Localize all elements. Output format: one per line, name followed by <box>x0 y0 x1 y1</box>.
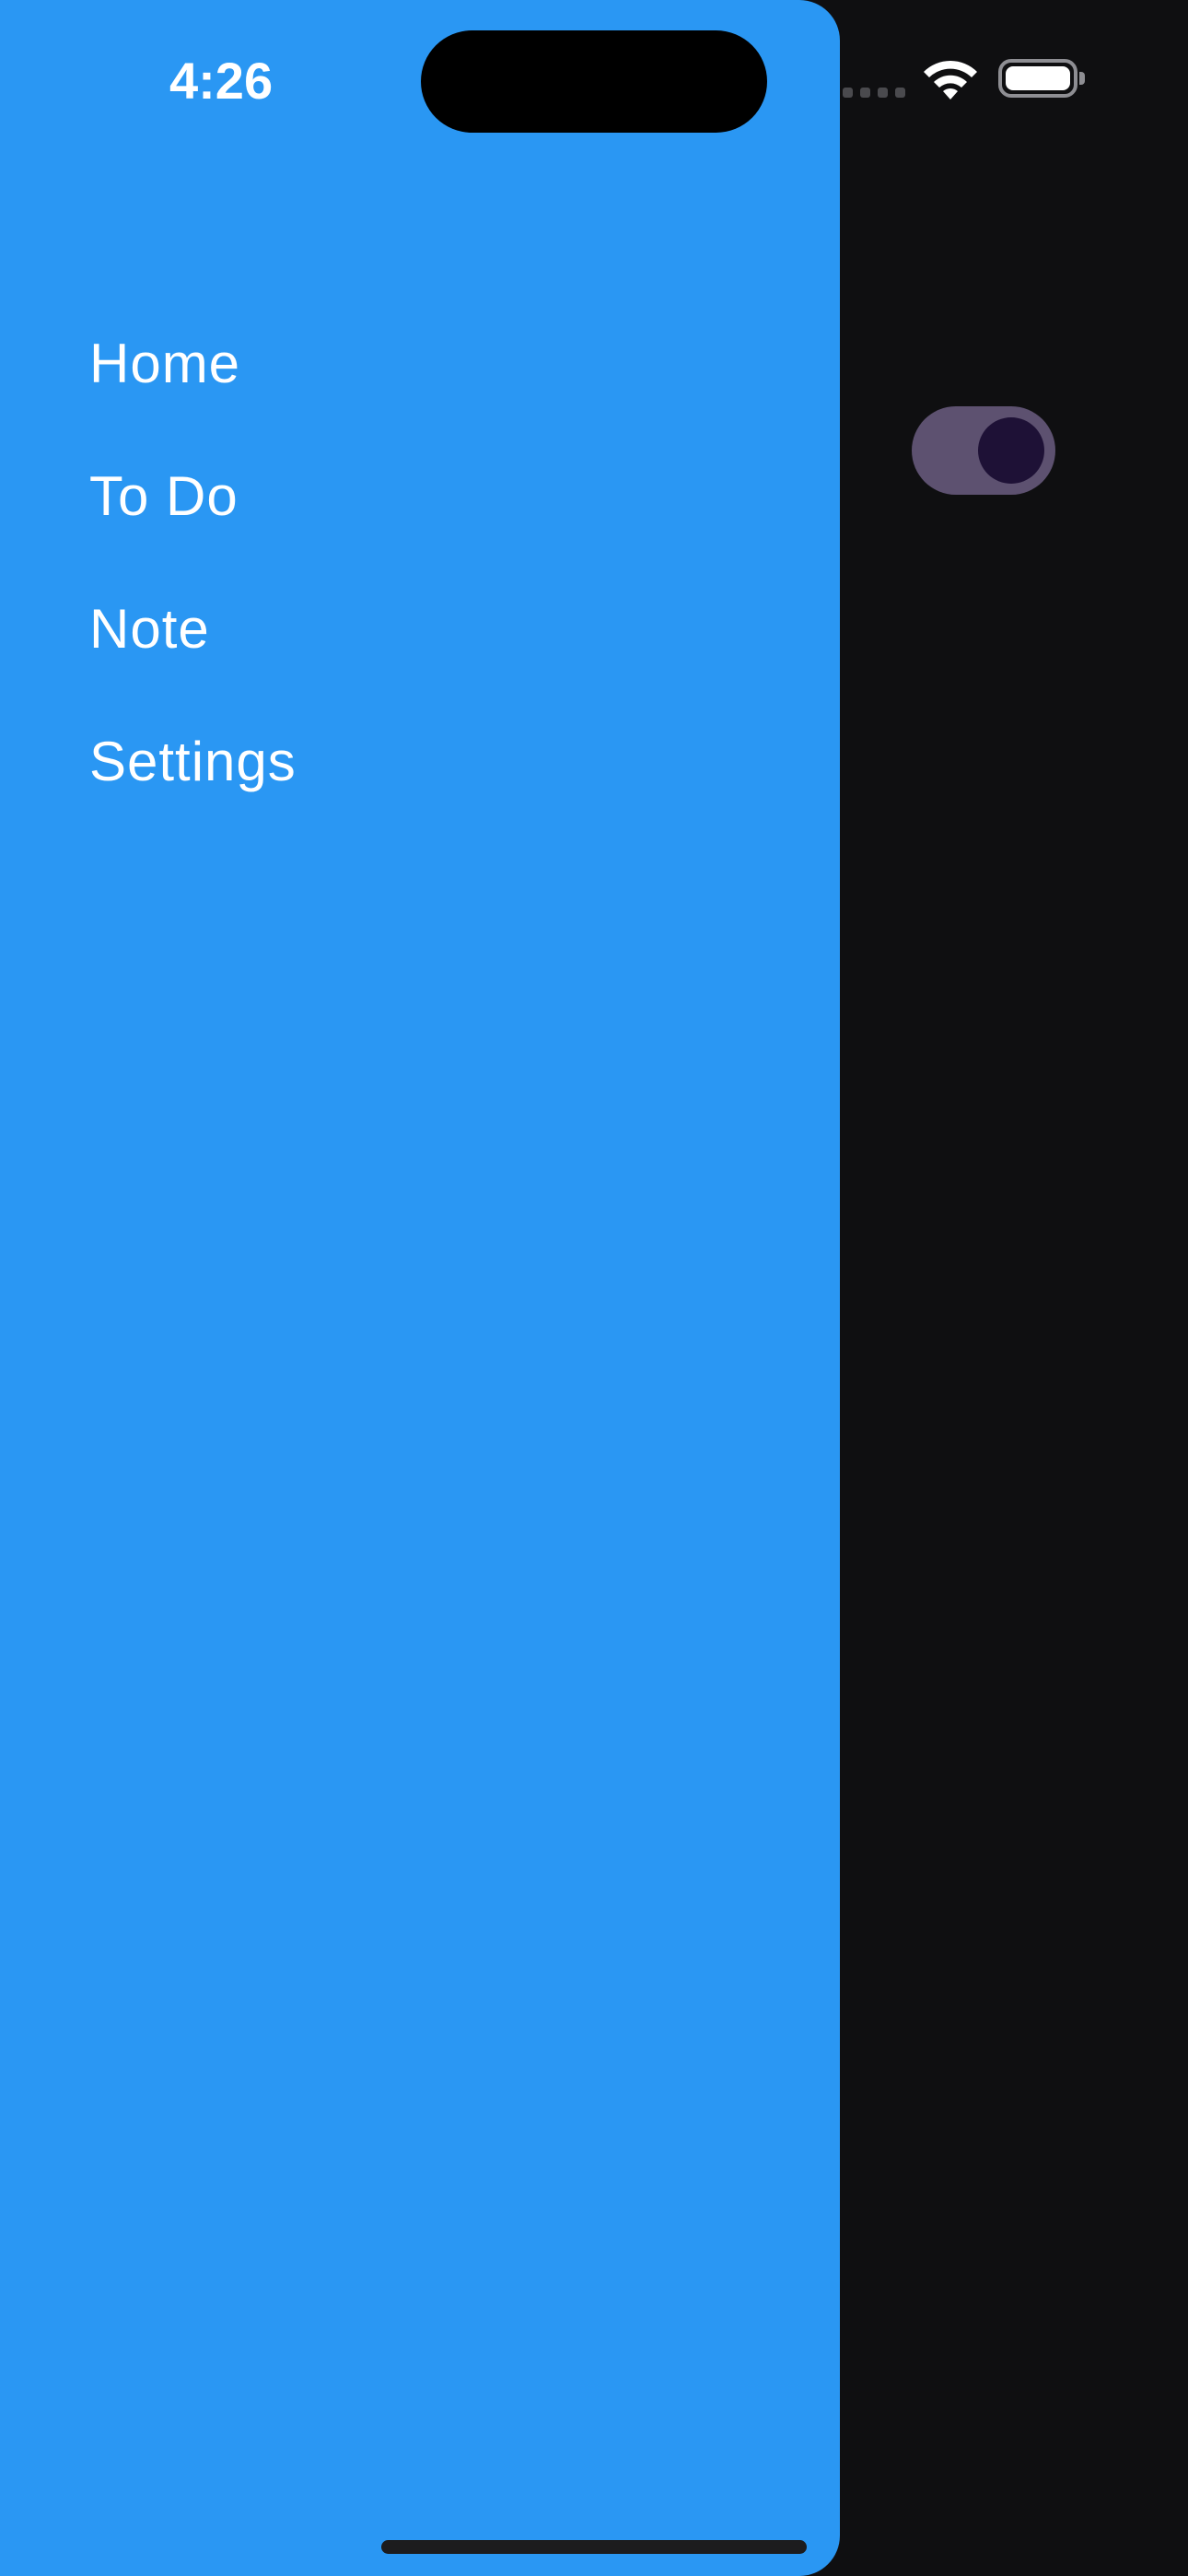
status-bar-time: 4:26 <box>169 52 274 110</box>
cellular-signal-icon <box>843 88 905 98</box>
drawer-item-settings[interactable]: Settings <box>89 695 297 827</box>
drawer-item-to-do[interactable]: To Do <box>89 429 297 562</box>
drawer-item-note[interactable]: Note <box>89 562 297 695</box>
navigation-drawer: Home To Do Note Settings <box>0 0 840 2576</box>
dynamic-island <box>421 30 767 133</box>
toggle-knob <box>978 417 1044 484</box>
home-indicator[interactable] <box>381 2540 807 2554</box>
battery-icon <box>998 59 1077 98</box>
battery-cap <box>1079 72 1085 85</box>
battery-level <box>1006 66 1070 90</box>
drawer-item-home[interactable]: Home <box>89 297 297 429</box>
wifi-icon <box>924 60 977 100</box>
drawer-menu: Home To Do Note Settings <box>89 297 297 827</box>
theme-toggle-switch[interactable] <box>912 406 1055 495</box>
